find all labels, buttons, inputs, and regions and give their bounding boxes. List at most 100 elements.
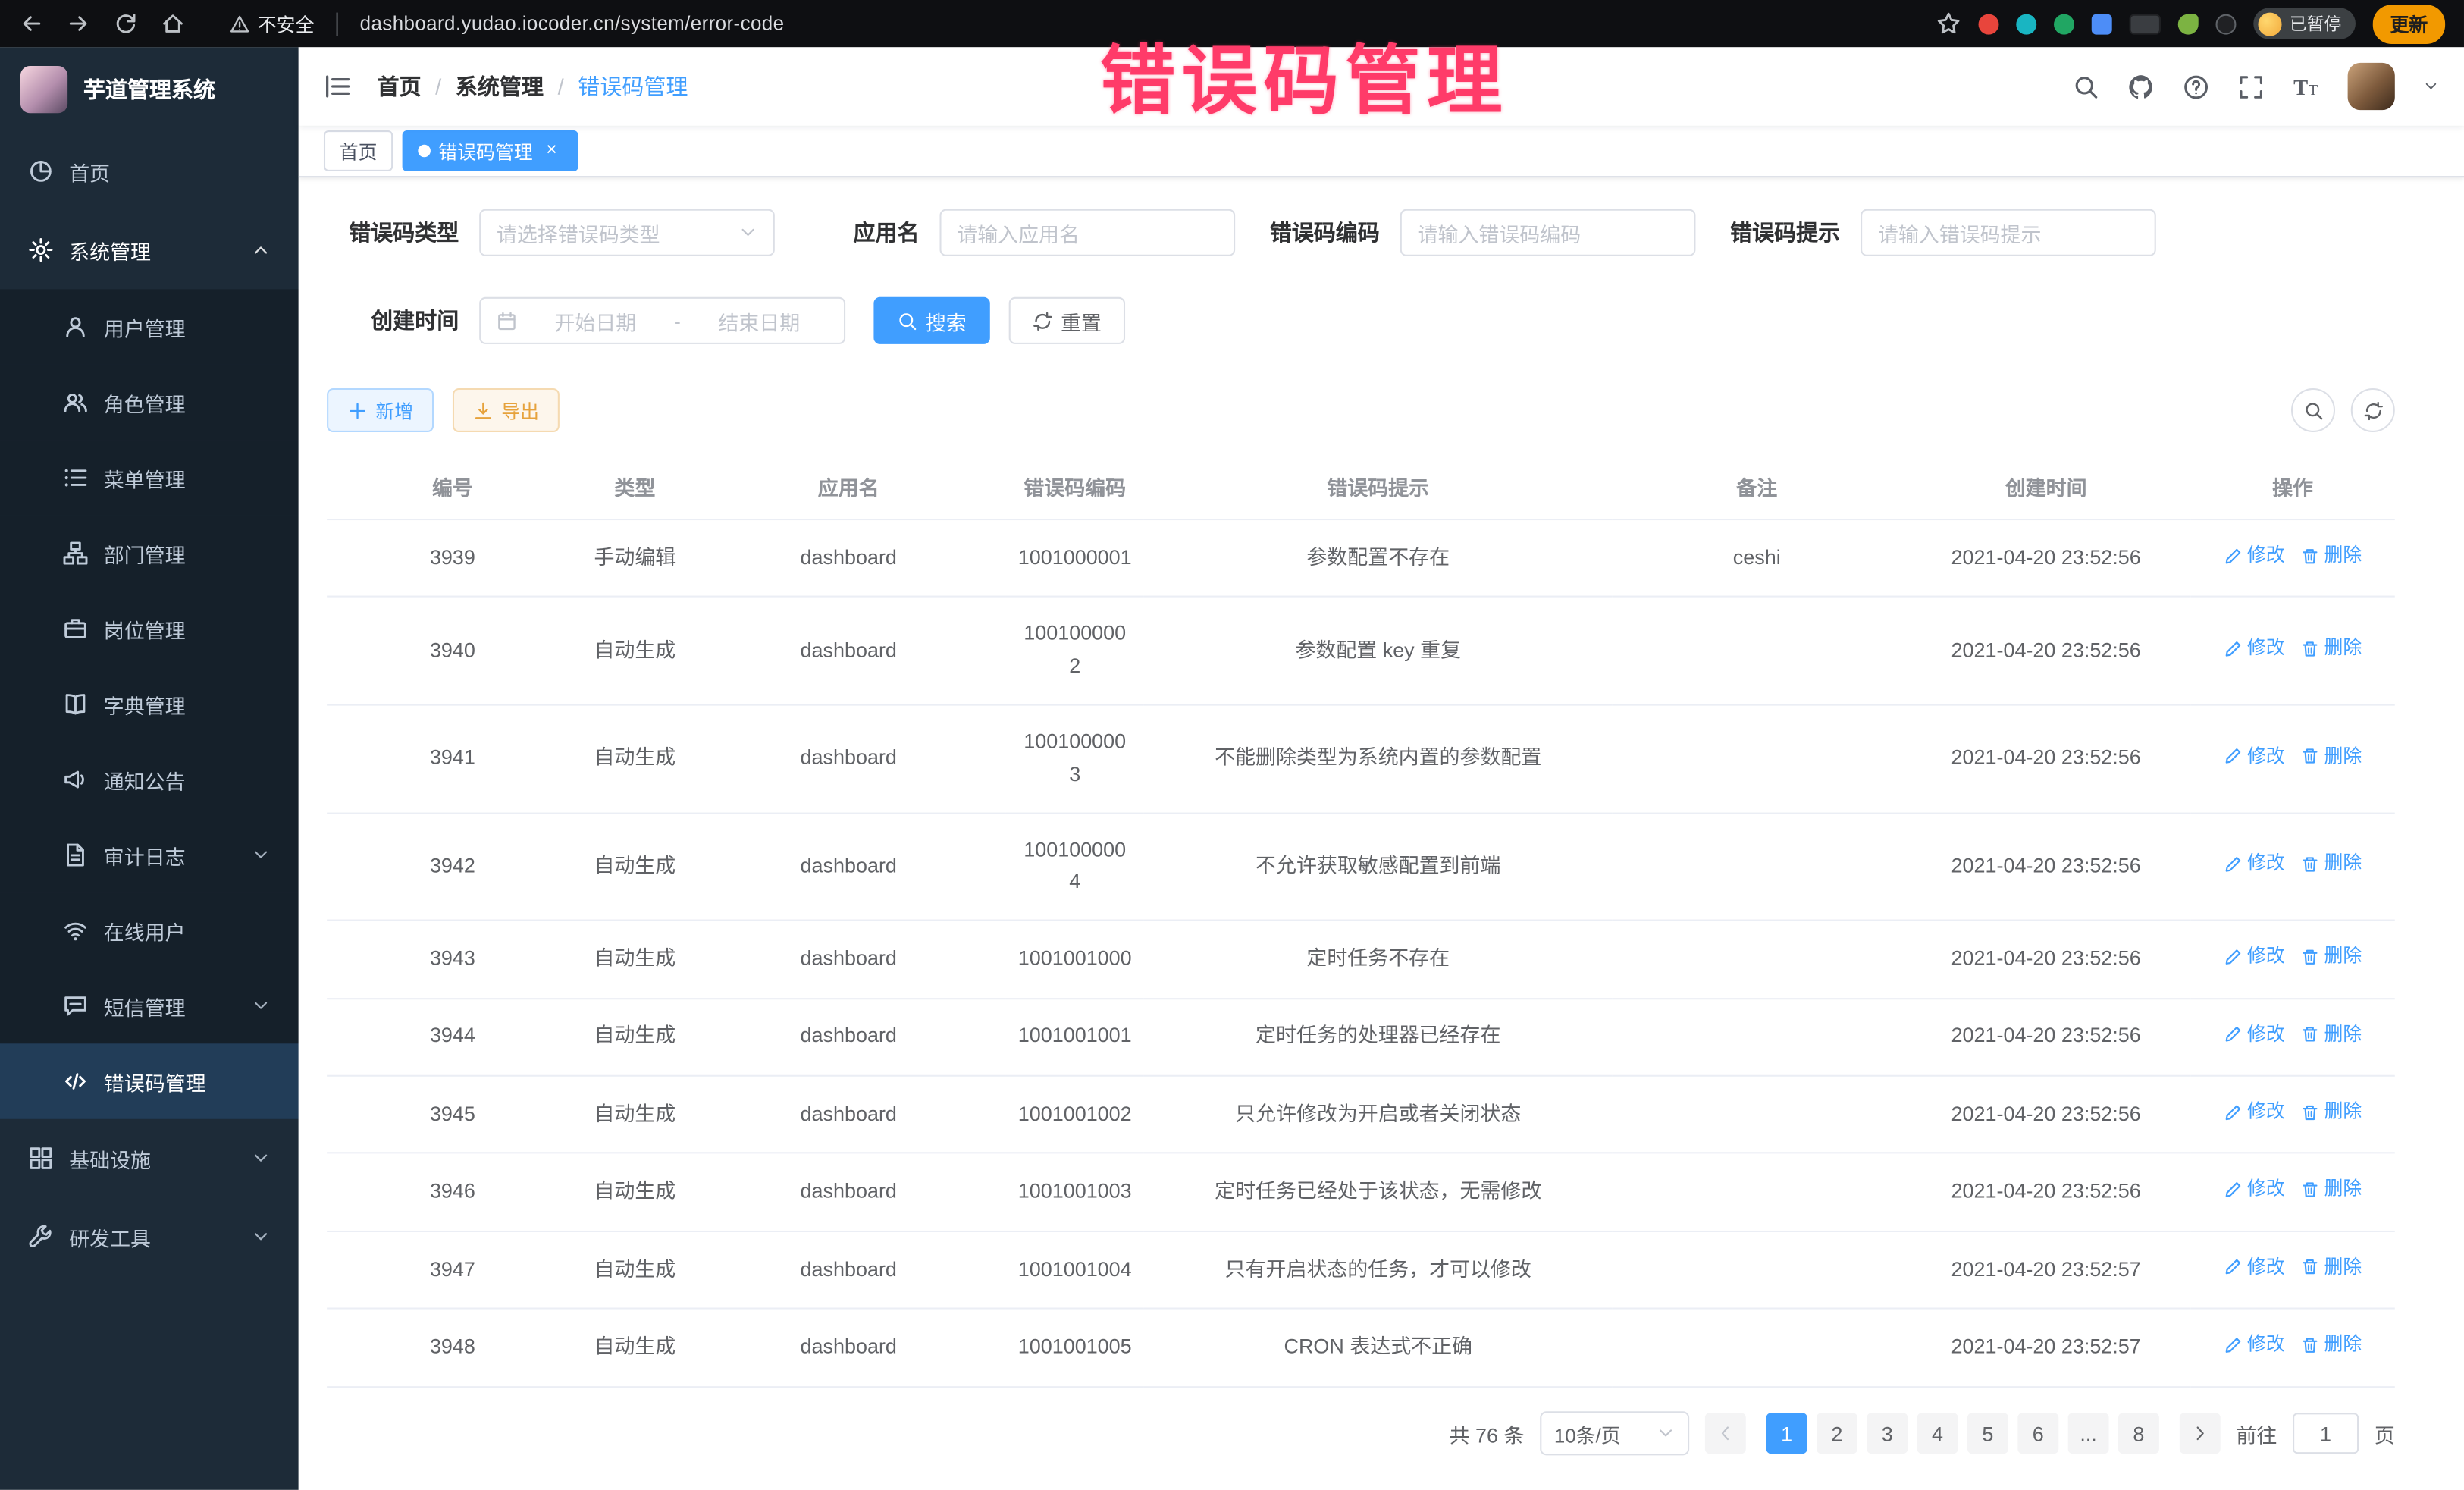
input-placeholder: 请输入应用名 [957, 218, 1218, 247]
update-button[interactable]: 更新 [2373, 4, 2445, 43]
edit-button[interactable]: 修改 [2224, 1097, 2285, 1128]
delete-button[interactable]: 删除 [2300, 1252, 2362, 1282]
app-name-input[interactable]: 请输入应用名 [939, 209, 1235, 256]
sidebar-item-error-code[interactable]: 错误码管理 [0, 1043, 299, 1118]
sidebar-item-sms[interactable]: 短信管理 [0, 968, 299, 1043]
error-type-select[interactable]: 请选择错误码类型 [479, 209, 775, 256]
breadcrumb-separator: / [558, 74, 564, 99]
edit-button[interactable]: 修改 [2224, 633, 2285, 663]
trash-icon [2300, 747, 2319, 766]
tab-close-icon[interactable]: × [541, 140, 563, 162]
page-size-select[interactable]: 10条/页 [1540, 1411, 1689, 1455]
export-button[interactable]: 导出 [453, 388, 560, 432]
font-size-icon[interactable]: TT [2293, 73, 2319, 99]
delete-button[interactable]: 删除 [2300, 1175, 2362, 1205]
next-page-button[interactable] [2180, 1413, 2221, 1454]
delete-button[interactable]: 删除 [2300, 1330, 2362, 1360]
prev-page-button[interactable] [1705, 1413, 1746, 1454]
page-button-6[interactable]: 6 [2017, 1413, 2058, 1454]
cell-remark [1613, 1309, 1901, 1386]
search-icon[interactable] [2073, 73, 2099, 99]
cell-app: dashboard [691, 1231, 1006, 1308]
fullscreen-icon[interactable] [2238, 73, 2265, 99]
sidebar-item-audit-log[interactable]: 审计日志 [0, 817, 299, 892]
viewport: 不安全 dashboard.yudao.iocoder.cn/system/er… [0, 0, 2464, 1490]
paused-badge[interactable]: 已暂停 [2253, 8, 2356, 39]
calendar-icon [497, 310, 517, 331]
error-code-input[interactable]: 请输入错误码编码 [1400, 209, 1696, 256]
edit-button[interactable]: 修改 [2224, 741, 2285, 771]
delete-button[interactable]: 删除 [2300, 1019, 2362, 1049]
error-msg-label: 错误码提示 [1708, 217, 1861, 248]
edit-button[interactable]: 修改 [2224, 1019, 2285, 1049]
edit-button[interactable]: 修改 [2224, 1330, 2285, 1360]
user-avatar[interactable] [2348, 63, 2395, 110]
delete-button[interactable]: 删除 [2300, 942, 2362, 972]
sidebar-item-devtools[interactable]: 研发工具 [0, 1197, 299, 1276]
reset-button[interactable]: 重置 [1009, 297, 1125, 344]
page-button-1[interactable]: 1 [1766, 1413, 1807, 1454]
delete-button[interactable]: 删除 [2300, 541, 2362, 571]
refresh-table-button[interactable] [2351, 388, 2395, 432]
extension-icon[interactable] [2016, 14, 2036, 34]
page-button-8[interactable]: 8 [2118, 1413, 2159, 1454]
search-button[interactable]: 搜索 [873, 297, 989, 344]
sidebar-item-post[interactable]: 岗位管理 [0, 591, 299, 666]
sidebar-item-online-user[interactable]: 在线用户 [0, 892, 299, 968]
tab-home[interactable]: 首页 [324, 130, 393, 171]
extension-icon[interactable] [2129, 14, 2160, 34]
delete-button[interactable]: 删除 [2300, 849, 2362, 880]
extension-icon[interactable] [1978, 14, 1998, 34]
edit-button[interactable]: 修改 [2224, 849, 2285, 880]
sidebar-item-user[interactable]: 用户管理 [0, 289, 299, 364]
sidebar-item-system[interactable]: 系统管理 [0, 211, 299, 290]
edit-button[interactable]: 修改 [2224, 942, 2285, 972]
sidebar-item-dept[interactable]: 部门管理 [0, 516, 299, 591]
page-button-5[interactable]: 5 [1967, 1413, 2008, 1454]
extension-icon[interactable] [2178, 14, 2199, 34]
breadcrumb-home[interactable]: 首页 [377, 71, 421, 102]
sidebar-item-home[interactable]: 首页 [0, 132, 299, 211]
edit-button[interactable]: 修改 [2224, 1252, 2285, 1282]
sidebar-item-dict[interactable]: 字典管理 [0, 667, 299, 742]
delete-button[interactable]: 删除 [2300, 741, 2362, 771]
help-icon[interactable] [2183, 73, 2209, 99]
date-range-picker[interactable]: 开始日期 - 结束日期 [479, 297, 845, 344]
browser-back-button[interactable] [19, 11, 44, 36]
browser-home-button[interactable] [160, 11, 185, 36]
page-button-3[interactable]: 3 [1867, 1413, 1908, 1454]
table-body: 3939手动编辑dashboard1001000001参数配置不存在ceshi2… [327, 519, 2395, 1386]
sidebar-item-infra[interactable]: 基础设施 [0, 1119, 299, 1198]
page-button-2[interactable]: 2 [1817, 1413, 1857, 1454]
cell-time: 2021-04-20 23:52:56 [1901, 597, 2190, 704]
page-button-4[interactable]: 4 [1917, 1413, 1958, 1454]
browser-reload-button[interactable] [113, 11, 138, 36]
edit-button[interactable]: 修改 [2224, 541, 2285, 571]
sidebar-item-role[interactable]: 角色管理 [0, 365, 299, 440]
extension-icon[interactable] [2054, 14, 2074, 34]
error-msg-input[interactable]: 请输入错误码提示 [1861, 209, 2156, 256]
sidebar-item-notice[interactable]: 通知公告 [0, 742, 299, 817]
sidebar-item-label: 字典管理 [104, 689, 271, 719]
extension-icon[interactable] [2092, 14, 2112, 34]
extension-icon[interactable] [2215, 14, 2236, 34]
page-ellipsis[interactable]: ... [2068, 1413, 2109, 1454]
delete-button[interactable]: 删除 [2300, 633, 2362, 663]
add-button[interactable]: 新增 [327, 388, 434, 432]
chevron-down-icon[interactable] [2423, 79, 2439, 95]
browser-forward-button[interactable] [66, 11, 91, 36]
goto-page-input[interactable] [2293, 1413, 2359, 1454]
table-row: 3942自动生成dashboard1001000004不允许获取敏感配置到前端2… [327, 813, 2395, 921]
delete-button[interactable]: 删除 [2300, 1097, 2362, 1128]
breadcrumb-system[interactable]: 系统管理 [456, 71, 544, 102]
sidebar-item-menu[interactable]: 菜单管理 [0, 440, 299, 515]
cell-app: dashboard [691, 1153, 1006, 1231]
bookmark-star-icon[interactable] [1936, 11, 1961, 36]
tab-error-code[interactable]: 错误码管理× [403, 130, 578, 171]
edit-button[interactable]: 修改 [2224, 1175, 2285, 1205]
github-icon[interactable] [2127, 73, 2154, 99]
url-text[interactable]: dashboard.yudao.iocoder.cn/system/error-… [360, 13, 785, 35]
security-warning[interactable]: 不安全 [230, 10, 315, 36]
sidebar-collapse-button[interactable] [324, 72, 352, 100]
toggle-search-button[interactable] [2291, 388, 2335, 432]
